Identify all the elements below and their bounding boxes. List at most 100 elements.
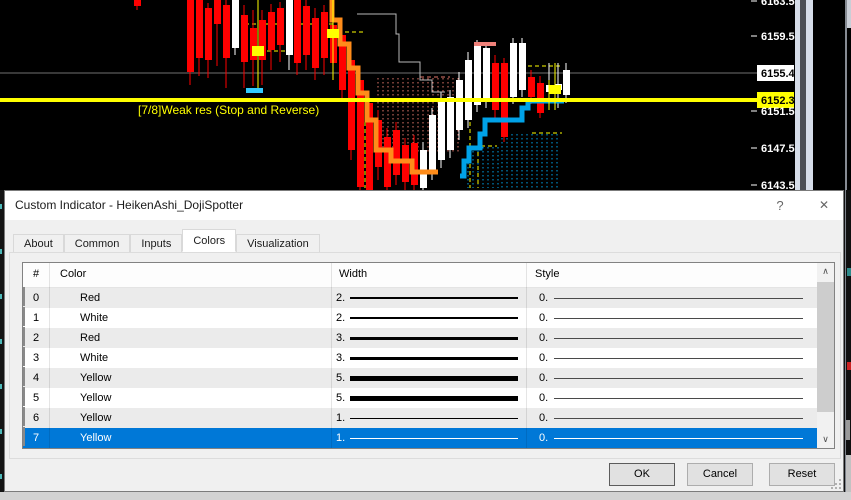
width-line-sample: [350, 317, 518, 319]
row-index: 3: [32, 352, 40, 364]
width-value: 3.: [336, 352, 346, 364]
row-index: 1: [32, 312, 40, 324]
width-value: 3.: [336, 332, 346, 344]
scroll-up-icon[interactable]: ∧: [817, 263, 834, 280]
style-line-sample: [554, 398, 803, 399]
resize-grip[interactable]: [831, 479, 841, 489]
color-name: Red: [80, 332, 101, 344]
width-value: 5.: [336, 372, 346, 384]
dialog-title: Custom Indicator - HeikenAshi_DojiSpotte…: [15, 198, 244, 212]
tab-colors[interactable]: Colors: [182, 229, 237, 252]
style-value: 0.: [539, 432, 549, 444]
yellow-square: [549, 85, 561, 94]
style-line-sample: [554, 358, 803, 359]
width-line-sample: [350, 337, 518, 340]
width-value: 1.: [336, 412, 346, 424]
color-name: White: [80, 352, 109, 364]
table-row[interactable]: 0 Red 2. 0.: [23, 287, 834, 308]
color-name: Yellow: [80, 412, 112, 424]
yellow-square: [327, 29, 339, 38]
column-separator: [331, 263, 332, 448]
tab-common[interactable]: Common: [63, 234, 131, 254]
column-separator: [49, 263, 50, 448]
row-index: 6: [32, 412, 40, 424]
price-label: 6155.4: [761, 68, 796, 80]
scrollbar-thumb[interactable]: [817, 282, 834, 412]
close-icon[interactable]: ✕: [813, 196, 835, 215]
row-index: 5: [32, 392, 40, 404]
style-line-sample: [554, 338, 803, 339]
row-index: 4: [32, 372, 40, 384]
bottom-strip: [0, 492, 851, 500]
mt4-screen: [7/8]Weak res (Stop and Reverse) 6163.5 61…: [0, 0, 851, 500]
column-header-style: Style: [535, 268, 560, 280]
price-chart[interactable]: [7/8]Weak res (Stop and Reverse) 6163.5 61…: [0, 0, 851, 190]
dialog-titlebar[interactable]: Custom Indicator - HeikenAshi_DojiSpotte…: [5, 191, 843, 220]
yellow-square: [252, 46, 264, 56]
row-index: 7: [32, 432, 40, 444]
price-label: 6143.5: [761, 180, 795, 190]
table-body: 0 Red 2. 0. 1 White 2. 0. 2 Red 3. 0. 3 White 3. 0. 4 Yel…: [23, 287, 834, 448]
ok-button[interactable]: OK: [609, 463, 675, 486]
column-separator: [526, 263, 527, 448]
cancel-button[interactable]: Cancel: [687, 463, 753, 486]
style-line-sample: [554, 298, 803, 299]
style-line-sample: [554, 378, 803, 379]
table-row[interactable]: 7 Yellow 1. 0.: [23, 427, 834, 448]
color-name: Yellow: [80, 432, 112, 444]
column-header-color: Color: [60, 268, 87, 280]
reset-button[interactable]: Reset: [769, 463, 835, 486]
resistance-annotation: [7/8]Weak res (Stop and Reverse): [138, 103, 319, 117]
width-line-sample: [350, 418, 518, 419]
indicator-levels-table: # Color Width Style 0 Red 2. 0. 1 White 2. 0. 2 Red 3…: [22, 262, 835, 449]
table-header-row: # Color Width Style: [23, 263, 834, 288]
style-value: 0.: [539, 332, 549, 344]
tab-inputs[interactable]: Inputs: [130, 234, 183, 254]
style-value: 0.: [539, 352, 549, 364]
width-line-sample: [350, 357, 518, 360]
table-row[interactable]: 1 White 2. 0.: [23, 307, 834, 328]
tab-bar: About Common Inputs Colors Visualization: [13, 229, 320, 254]
scroll-down-icon[interactable]: ∨: [817, 431, 834, 448]
price-label: 6163.5: [761, 0, 795, 8]
price-label: 6159.5: [761, 31, 795, 43]
tab-about[interactable]: About: [13, 234, 64, 254]
width-value: 2.: [336, 292, 346, 304]
style-value: 0.: [539, 372, 549, 384]
color-name: Yellow: [80, 392, 112, 404]
price-label: 6147.5: [761, 143, 795, 155]
table-row[interactable]: 5 Yellow 5. 0.: [23, 387, 834, 408]
width-value: 1.: [336, 432, 346, 444]
table-row[interactable]: 4 Yellow 5. 0.: [23, 367, 834, 388]
width-value: 2.: [336, 312, 346, 324]
cyan-underline: [246, 88, 263, 93]
table-row[interactable]: 3 White 3. 0.: [23, 347, 834, 368]
width-line-sample: [350, 396, 518, 401]
style-value: 0.: [539, 412, 549, 424]
color-name: Red: [80, 292, 101, 304]
style-value: 0.: [539, 312, 549, 324]
colors-tab-page: # Color Width Style 0 Red 2. 0. 1 White 2. 0. 2 Red 3…: [9, 252, 841, 459]
color-name: White: [80, 312, 109, 324]
style-value: 0.: [539, 292, 549, 304]
width-value: 5.: [336, 392, 346, 404]
salmon-tick: [474, 42, 496, 46]
table-row[interactable]: 2 Red 3. 0.: [23, 327, 834, 348]
row-index: 0: [32, 292, 40, 304]
width-line-sample: [350, 376, 518, 381]
style-line-sample: [554, 418, 803, 419]
style-line-sample: [554, 438, 803, 439]
custom-indicator-dialog: Custom Indicator - HeikenAshi_DojiSpotte…: [4, 190, 844, 492]
table-row[interactable]: 6 Yellow 1. 0.: [23, 407, 834, 428]
help-button[interactable]: ?: [769, 196, 791, 215]
right-edge-strip: [844, 190, 851, 500]
row-index: 2: [32, 332, 40, 344]
column-header-width: Width: [339, 268, 368, 280]
width-line-sample: [350, 297, 518, 299]
column-header-num: #: [32, 268, 40, 280]
width-line-sample: [350, 438, 518, 439]
table-scrollbar[interactable]: ∧ ∨: [817, 263, 834, 448]
price-label: 6151.5: [761, 106, 795, 118]
style-value: 0.: [539, 392, 549, 404]
tab-visualization[interactable]: Visualization: [236, 234, 320, 254]
